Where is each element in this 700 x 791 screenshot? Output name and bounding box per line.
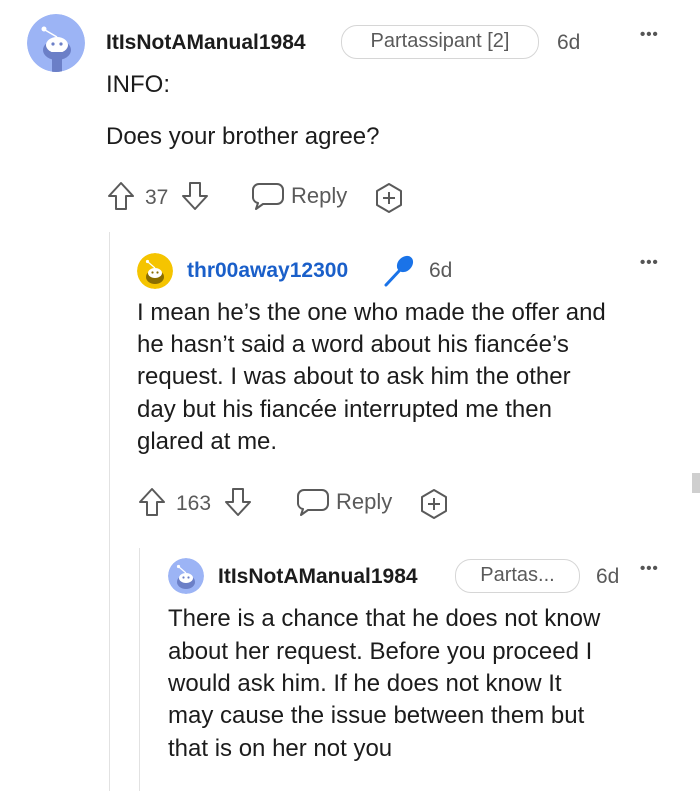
username[interactable]: thr00away12300 [187, 259, 348, 283]
reply-label: Reply [336, 489, 393, 514]
username[interactable]: ItIsNotAManual1984 [106, 31, 306, 55]
comment-body-line: request. I was about to ask him the othe… [137, 363, 571, 390]
snoo-avatar-icon [137, 253, 173, 289]
comment-bubble-icon [296, 487, 330, 517]
username[interactable]: ItIsNotAManual1984 [218, 565, 418, 589]
upvote-button[interactable] [106, 180, 136, 212]
comment-body-line: would ask him. If he does not know It [168, 670, 562, 697]
comment-body-line: Does your brother agree? [106, 123, 380, 150]
award-button[interactable] [418, 488, 450, 520]
comment-body-line: may cause the issue between them but [168, 702, 585, 729]
comment-body-line: day but his fiancée interrupted me then [137, 396, 552, 423]
more-options-button[interactable]: ••• [640, 560, 659, 577]
snoo-avatar-icon [168, 558, 204, 594]
comment-body-line: about her request. Before you proceed I [168, 638, 593, 665]
comment-time: 6d [557, 31, 581, 54]
comment-body-line: he hasn’t said a word about his fiancée’… [137, 331, 569, 358]
user-flair: Partas... [455, 559, 580, 593]
arrow-up-icon [137, 486, 167, 518]
microphone-icon [380, 253, 416, 289]
award-button[interactable] [373, 182, 405, 214]
reply-button[interactable]: Reply [251, 181, 347, 211]
award-plus-icon [373, 182, 405, 214]
award-plus-icon [418, 488, 450, 520]
comment-body-line: I mean he’s the one who made the offer a… [137, 299, 606, 326]
more-options-button[interactable]: ••• [640, 26, 659, 43]
vote-count: 37 [145, 186, 169, 209]
comment-time: 6d [596, 565, 620, 588]
downvote-button[interactable] [180, 180, 210, 212]
upvote-button[interactable] [137, 486, 167, 518]
comment-bubble-icon [251, 181, 285, 211]
comment-body-line: that is on her not you [168, 735, 393, 762]
reply-label: Reply [291, 183, 348, 208]
scrollbar-thumb[interactable] [692, 473, 700, 493]
thread-line-1[interactable] [109, 232, 110, 791]
user-avatar[interactable] [27, 14, 85, 72]
comment-body-line: glared at me. [137, 428, 278, 455]
reply-button[interactable]: Reply [296, 487, 392, 517]
user-flair: Partassipant [2] [341, 25, 539, 59]
downvote-button[interactable] [223, 486, 253, 518]
arrow-up-icon [106, 180, 136, 212]
vote-count: 163 [176, 492, 212, 515]
thread-line-2[interactable] [139, 548, 140, 791]
user-avatar[interactable] [168, 558, 204, 594]
comment-time: 6d [429, 259, 453, 282]
comment-body-line: There is a chance that he does not know [168, 605, 601, 632]
snoo-avatar-icon [27, 14, 85, 72]
user-avatar[interactable] [137, 253, 173, 289]
comment-body-line: INFO: [106, 71, 170, 98]
more-options-button[interactable]: ••• [640, 254, 659, 271]
arrow-down-icon [180, 180, 210, 212]
arrow-down-icon [223, 486, 253, 518]
